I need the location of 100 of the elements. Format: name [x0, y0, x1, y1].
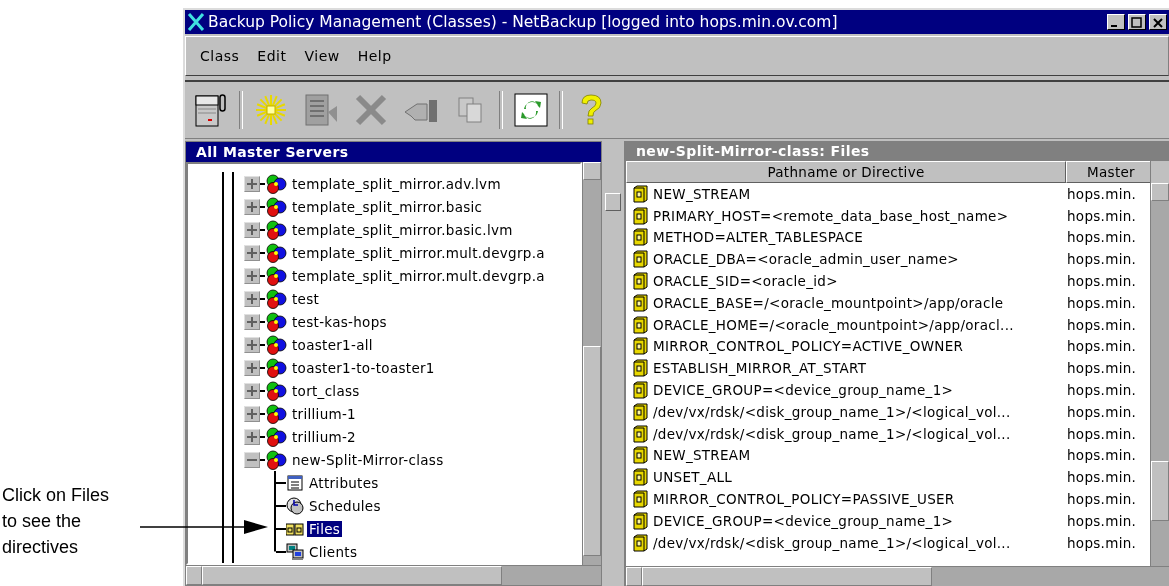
window-title: Backup Policy Management (Classes) - NetBackup [logged into hops.min.ov.com]: [208, 13, 839, 31]
close-icon: [1150, 16, 1166, 30]
tree-item[interactable]: template_split_mirror.mult.devgrp.a: [244, 241, 580, 264]
maximize-button[interactable]: [1128, 14, 1146, 30]
globe-icon: [265, 449, 287, 470]
table-cell: hops.min.: [1066, 534, 1137, 551]
pane-title: new-Split-Mirror-class: Files: [626, 141, 1169, 161]
tree-item[interactable]: Schedules: [307, 497, 383, 514]
globe-icon: [265, 219, 287, 240]
tree-item[interactable]: trillium-2: [244, 425, 580, 448]
expander-button[interactable]: [244, 267, 260, 284]
table-cell: METHOD=ALTER_TABLESPACE: [653, 229, 864, 246]
table-cell: NEW_STREAM: [653, 185, 751, 202]
expander-button[interactable]: [244, 451, 260, 468]
plus-icon: [247, 431, 257, 442]
table-cell: NEW_STREAM: [653, 447, 751, 464]
server-icon: [193, 92, 229, 128]
tree-item[interactable]: Files: [307, 520, 343, 537]
expander-button[interactable]: [244, 382, 260, 399]
table-cell: hops.min.: [1066, 491, 1137, 508]
expander-button[interactable]: [244, 359, 260, 376]
table-cell: hops.min.: [1066, 403, 1137, 420]
plus-icon: [247, 178, 257, 189]
scrollbar[interactable]: [626, 566, 1169, 586]
globe-icon: [265, 265, 287, 286]
document-icon: [303, 92, 339, 128]
tree-item[interactable]: template_split_mirror.basic: [244, 195, 580, 218]
file-icon: [631, 424, 649, 443]
plus-icon: [247, 408, 257, 419]
scrollbar[interactable]: [582, 162, 601, 565]
tree-item[interactable]: test-kas-hops: [244, 310, 580, 333]
expander-button[interactable]: [244, 313, 260, 330]
file-icon: [631, 468, 649, 487]
scrollbar[interactable]: [1150, 161, 1169, 566]
table-cell: /dev/vx/rdsk/<disk_group_name_1>/<logical_vol...: [653, 534, 1011, 551]
globe-icon: [265, 196, 287, 217]
x-icon: [353, 92, 389, 128]
table-cell: hops.min.: [1066, 512, 1137, 529]
table-cell: ORACLE_SID=<oracle_id>: [653, 273, 838, 290]
file-icon: [631, 337, 649, 356]
file-icon: [631, 359, 649, 378]
table-cell: MIRROR_CONTROL_POLICY=PASSIVE_USER: [653, 491, 955, 508]
tree-item[interactable]: new-Split-Mirror-class: [244, 448, 580, 471]
globe-icon: [265, 357, 287, 378]
tree-item[interactable]: test: [244, 287, 580, 310]
tree-item[interactable]: trillium-1: [244, 402, 580, 425]
table-cell: hops.min.: [1066, 360, 1137, 377]
tree-item[interactable]: template_split_mirror.adv.lvm: [244, 172, 580, 195]
callout-text: Click on Files to see the directives: [2, 484, 111, 559]
expander-button[interactable]: [244, 244, 260, 261]
tree-item[interactable]: toaster1-all: [244, 333, 580, 356]
file-icon: [631, 511, 649, 530]
table-cell: hops.min.: [1066, 229, 1137, 246]
globe-icon: [265, 426, 287, 447]
file-icon: [631, 402, 649, 421]
table-cell: hops.min.: [1066, 425, 1137, 442]
table-cell: hops.min.: [1066, 469, 1137, 486]
tree-item[interactable]: Clients: [307, 543, 360, 560]
expander-button[interactable]: [244, 198, 260, 215]
plus-icon: [247, 224, 257, 235]
expander-button[interactable]: [244, 336, 260, 353]
expander-button[interactable]: [244, 221, 260, 238]
close-button[interactable]: [1149, 14, 1167, 30]
menu-item[interactable]: Edit: [257, 48, 287, 64]
scrollbar[interactable]: [186, 565, 601, 585]
file-icon: [631, 490, 649, 509]
globe-icon: [265, 242, 287, 263]
table-cell: hops.min.: [1066, 207, 1137, 224]
expander-button[interactable]: [244, 428, 260, 445]
menu-item[interactable]: View: [304, 48, 340, 64]
globe-icon: [265, 380, 287, 401]
expander-button[interactable]: [244, 405, 260, 422]
tree-item[interactable]: template_split_mirror.basic.lvm: [244, 218, 580, 241]
file-icon: [631, 381, 649, 400]
maximize-icon: [1129, 16, 1145, 30]
menu-item[interactable]: Class: [200, 48, 240, 64]
file-icon: [631, 206, 649, 225]
plus-icon: [247, 362, 257, 373]
file-icon: [631, 315, 649, 334]
minimize-button[interactable]: [1107, 14, 1125, 30]
tree-item[interactable]: toaster1-to-toaster1: [244, 356, 580, 379]
tree-item[interactable]: Attributes: [307, 474, 381, 491]
table-cell: hops.min.: [1066, 447, 1137, 464]
toolbar-button[interactable]: [193, 92, 229, 128]
tree-item[interactable]: tort_class: [244, 379, 580, 402]
table-cell: hops.min.: [1066, 251, 1137, 268]
x-logo-icon: [187, 13, 205, 31]
toolbar-button[interactable]: [513, 92, 549, 128]
globe-icon: [265, 403, 287, 424]
minimize-icon: [1111, 25, 1117, 27]
globe-icon: [265, 311, 287, 332]
column-header[interactable]: Pathname or Directive: [626, 161, 1066, 183]
file-icon: [631, 228, 649, 247]
pane-title: All Master Servers: [186, 142, 601, 162]
table-cell: hops.min.: [1066, 382, 1137, 399]
menu-item[interactable]: Help: [357, 48, 392, 64]
tree-item[interactable]: template_split_mirror.mult.devgrp.a: [244, 264, 580, 287]
table-cell: MIRROR_CONTROL_POLICY=ACTIVE_OWNER: [653, 338, 964, 355]
expander-button[interactable]: [244, 290, 260, 307]
expander-button[interactable]: [244, 175, 260, 192]
